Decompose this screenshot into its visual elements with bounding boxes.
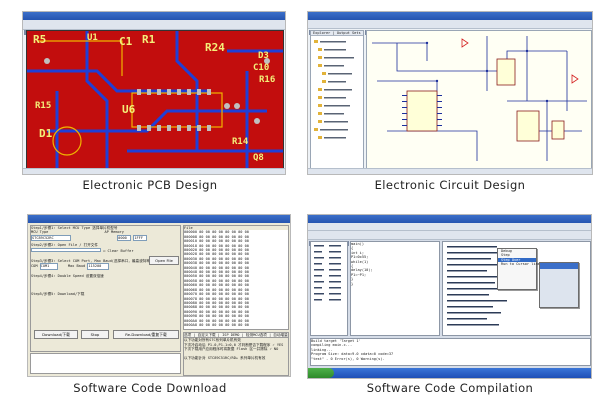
pcb-label: U6 [122,103,136,116]
output-lines: Build target 'Target 1' compiling main.c.… [311,339,590,361]
isp-window-titlebar [28,215,290,223]
mem-end-field[interactable]: 1FFF [133,234,148,242]
clear-buffer-label: Clear Buffer [107,248,134,253]
output-line: "test" - 0 Error(s), 0 Warning(s). [311,356,385,361]
step4-label: Step4/步骤4: Double Speed 设置双倍速 [31,273,104,278]
stop-button[interactable]: Stop [81,330,109,339]
code-lines: main(){ int i; P1=0x55; while(1) { delay… [351,242,439,286]
pcb-label: D3 [258,51,269,61]
code-download-panel: Step1/步骤1: Select MCU Type 选择单片机型号 MCU T… [0,203,300,406]
code-compile-panel: main(){ int i; P1=0x55; while(1) { delay… [300,203,600,406]
max-baud-label: Max Baud [67,264,86,269]
circuit-design-panel: Explorer | Output Sets Electronic Circui… [300,0,600,203]
open-file-button[interactable]: Open File [149,256,179,265]
download-button[interactable]: Download/下载 [34,330,78,339]
pcb-label: D1 [39,127,53,140]
option-line: 下次下载用户应用程序时将数据 Flash 区一并擦除 ✓ NO [184,347,279,352]
start-button[interactable] [308,368,334,378]
option-line: 以下功能针对 STC89C51RC/RD+ 系列单片机有效 [184,355,266,360]
circuit-caption: Electronic Circuit Design [374,178,526,192]
dialog-titlebar [540,263,578,269]
mem-start-field[interactable]: 0000 [117,234,132,242]
project-explorer: Explorer | Output Sets [310,30,364,169]
schematic-statusbar [308,168,592,174]
tab-explorer[interactable]: Explorer [313,31,330,35]
ide-toolbar [308,231,591,246]
pcb-label: R1 [142,33,156,46]
file-path-field[interactable] [31,247,101,252]
pcb-design-panel: R5 U1 C1 R1 R24 D3 C10 R16 U6 R15 D1 R14… [0,0,300,203]
compile-caption: Software Code Compilation [366,381,534,395]
ide-project-tree[interactable] [310,241,348,336]
windows-taskbar [308,368,591,378]
pcb-artwork [27,31,283,168]
menu-item-run-to-cursor[interactable]: Run to Cursor line [498,262,540,266]
pcb-toolbar [23,20,285,35]
hex-rows: 000000 00 00 00 00 00 00 00 00 000008 00 … [184,230,288,327]
pcb-outline [37,40,223,156]
schematic-toolbar [308,20,592,35]
mcu-type-label: MCU Type [31,230,49,235]
register-list [314,245,341,301]
mcu-type-select[interactable]: STC89C52RC [31,234,71,242]
pcb-statusbar [23,168,285,174]
pcb-label: R15 [35,101,52,111]
isp-status-log [30,353,181,374]
redownload-button[interactable]: Re-Download/重复下载 [113,330,179,339]
ide-code-editor[interactable]: main(){ int i; P1=0x55; while(1) { delay… [350,241,440,336]
project-tree[interactable] [311,36,363,156]
pcb-traces [27,31,283,168]
pcb-caption: Electronic PCB Design [82,178,218,192]
debug-menu[interactable]: Debug Step Step Over Run to Cursor line [497,248,540,290]
download-caption: Software Code Download [73,381,227,395]
ide-screenshot: main(){ int i; P1=0x55; while(1) { delay… [307,214,592,379]
ap-memory-label: AP Memory [104,230,124,235]
com-port-select[interactable]: COM1 [39,263,58,270]
isp-download-tool-screenshot: Step1/步骤1: Select MCU Type 选择单片机型号 MCU T… [27,214,291,377]
hex-buffer-view[interactable]: File 000000 00 00 00 00 00 00 00 00 00000… [183,225,289,330]
ide-menubar[interactable] [308,223,591,231]
pcb-label: U1 [87,33,98,43]
ide-window-titlebar [308,215,591,223]
schematic-drawing [372,36,587,161]
step5-label: Step5/步骤5: Download/下载 [31,292,85,297]
isp-options-pane: 选项 | 自定义下载 | ISP DEMO | 检测MCU选项 | 自动增量 |… [183,332,289,376]
ide-disassembly[interactable]: Debug Step Step Over Run to Cursor line [442,241,591,336]
isp-settings-pane: Step1/步骤1: Select MCU Type 选择单片机型号 MCU T… [30,225,181,352]
debug-dialog[interactable] [539,262,579,308]
clear-buffer-checkbox[interactable]: ☑ [103,249,105,253]
pcb-label: R5 [33,33,47,46]
pcb-label: R16 [259,75,276,85]
ide-build-output: Build target 'Target 1' compiling main.c.… [310,338,591,366]
pcb-label: R14 [232,137,249,147]
pcb-label: C10 [253,63,270,73]
schematic-canvas[interactable] [366,30,592,169]
pcb-editor-screenshot: R5 U1 C1 R1 R24 D3 C10 R16 U6 R15 D1 R14… [22,11,286,175]
pcb-label: C1 [119,35,133,48]
pcb-label: Q8 [253,153,264,163]
pcb-window-titlebar [23,12,285,20]
schematic-window-titlebar [308,12,592,20]
hex-row: 0000A8 00 00 00 00 00 00 00 00 [184,322,249,327]
tab-output-sets[interactable]: Output Sets [337,31,361,35]
pcb-label: R24 [205,41,225,54]
com-label: COM [31,264,38,269]
max-baud-select[interactable]: 115200 [87,263,110,270]
schematic-editor-screenshot: Explorer | Output Sets [307,11,593,175]
code-line: } [351,281,354,286]
pcb-board-canvas[interactable]: R5 U1 C1 R1 R24 D3 C10 R16 U6 R15 D1 R14… [26,30,284,169]
